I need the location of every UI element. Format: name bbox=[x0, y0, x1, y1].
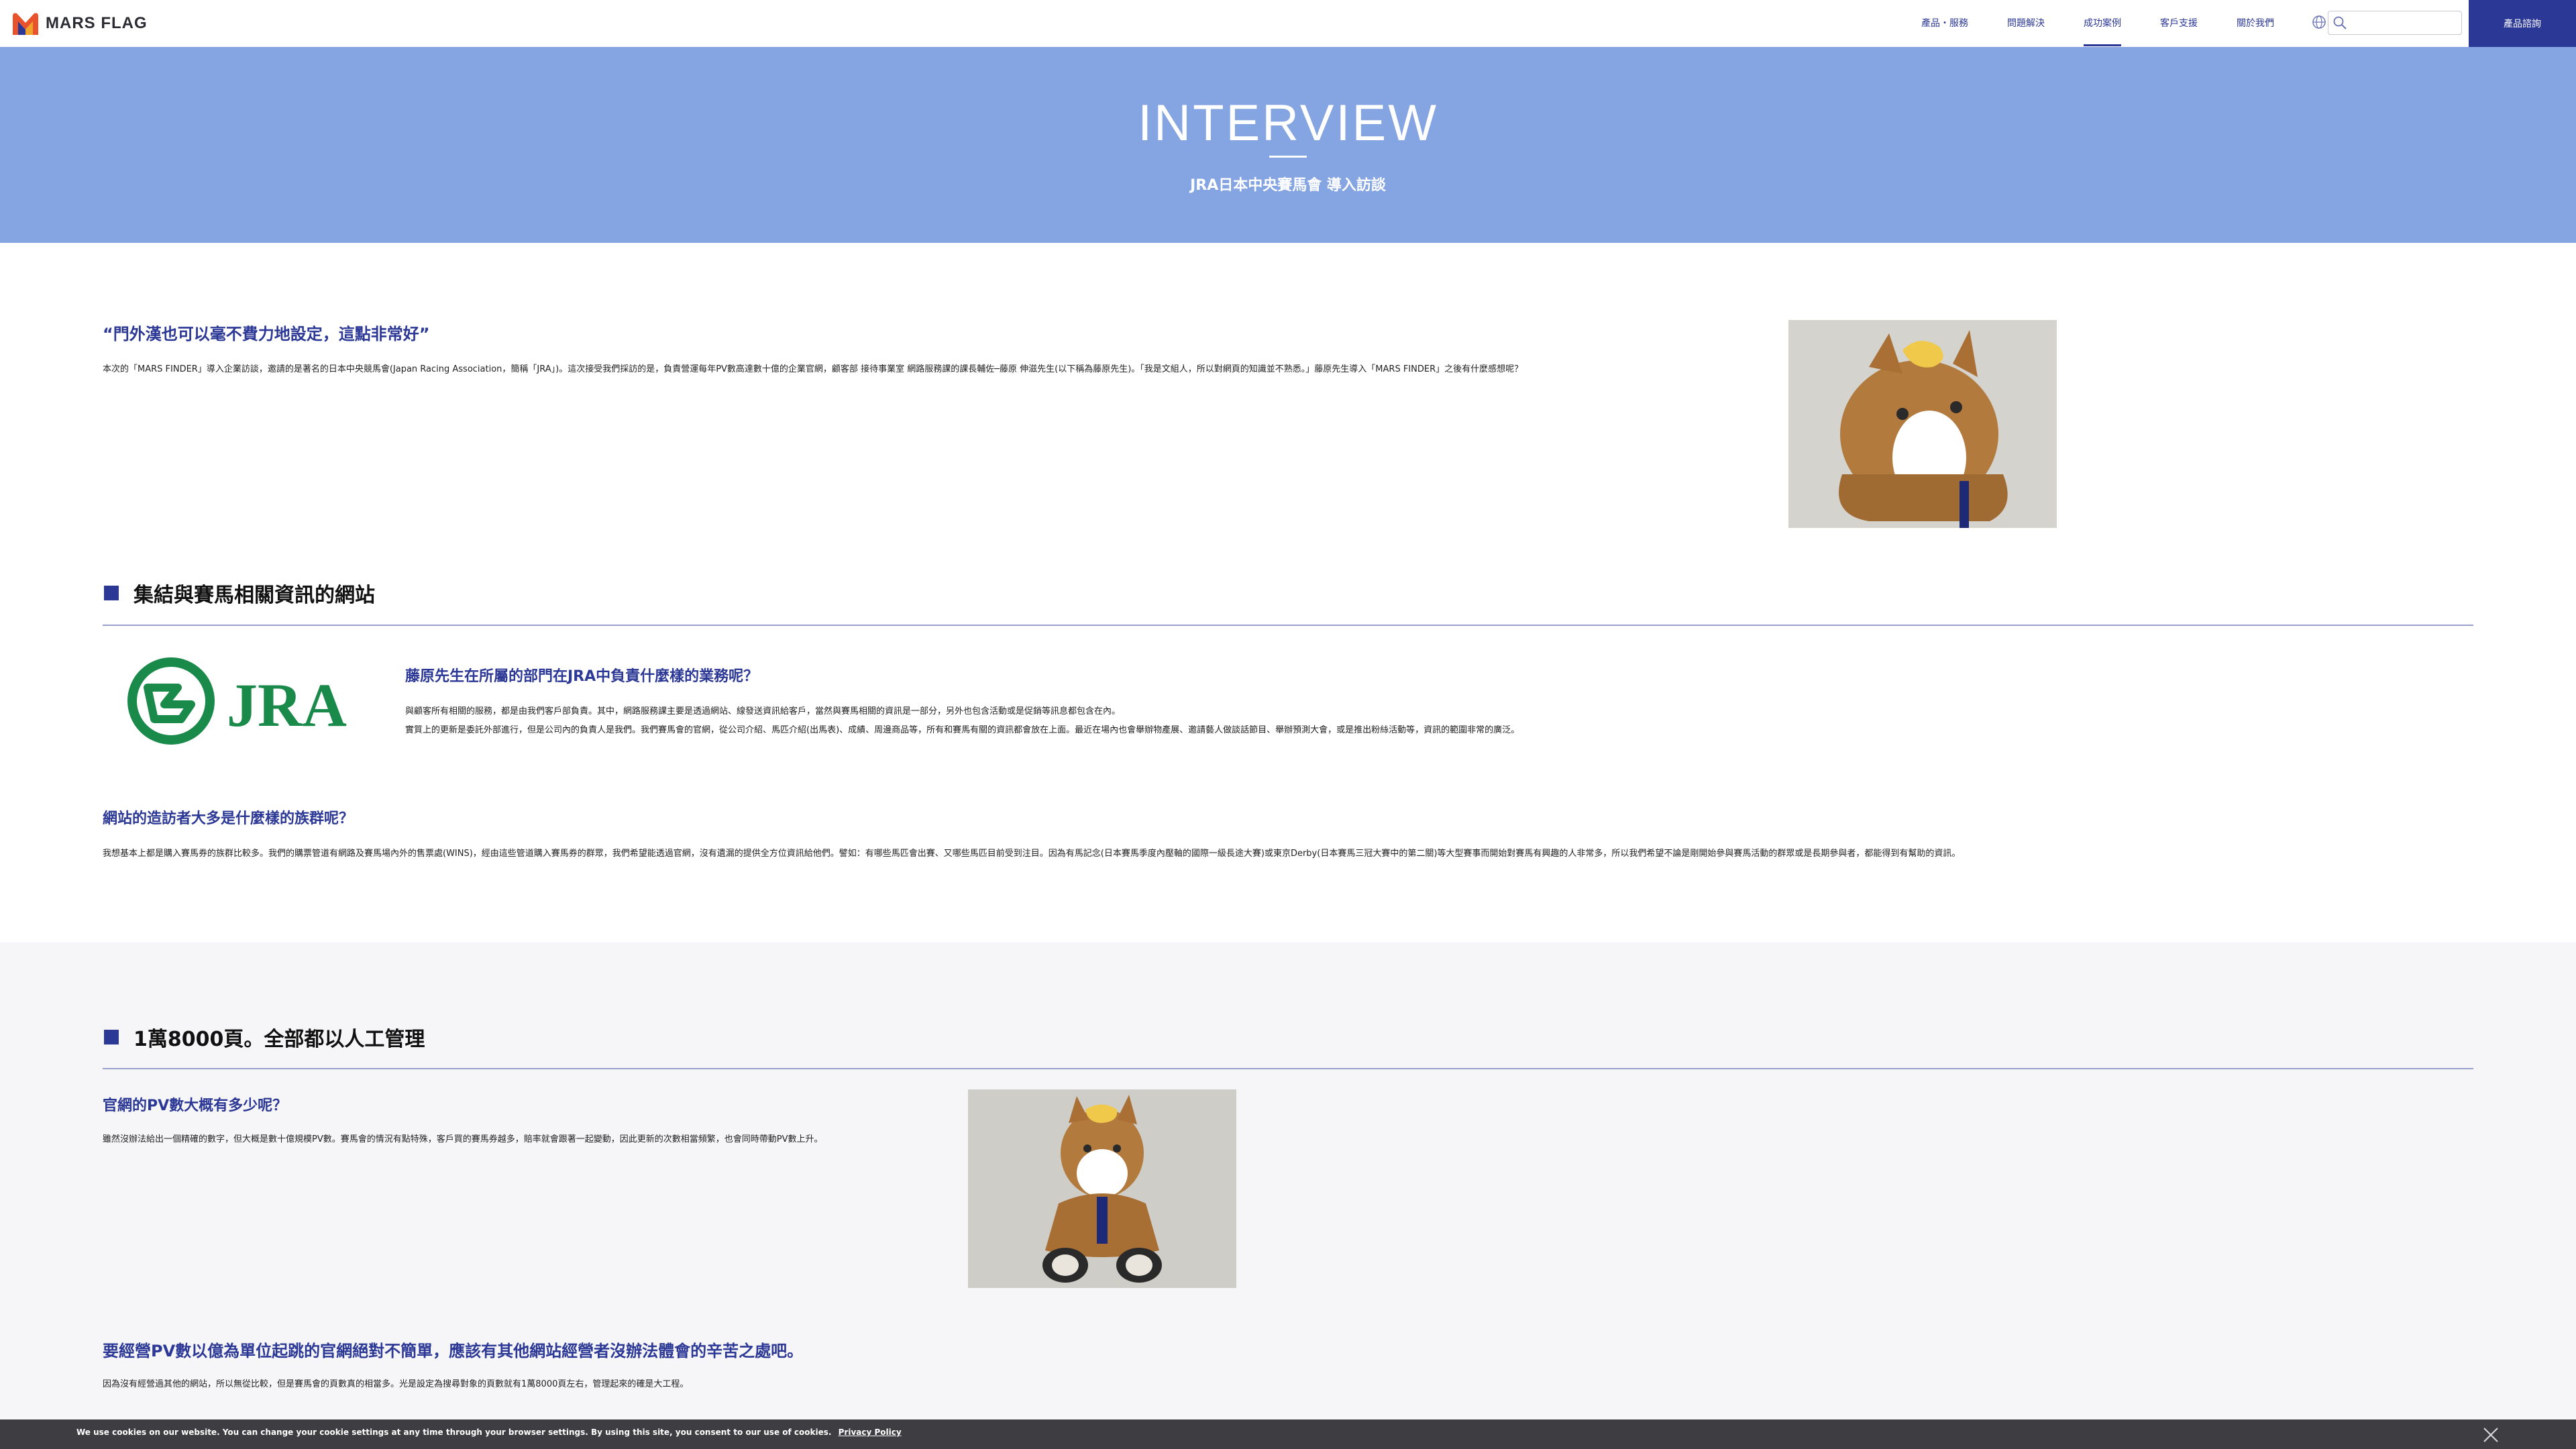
jra-logo-text: JRA bbox=[227, 671, 347, 739]
horse-mascot-image-icon bbox=[1788, 320, 2057, 528]
page-subtitle: JRA日本中央賽馬會 導入訪談 bbox=[1190, 177, 1386, 194]
section-title-page-count: 1萬8000頁。全部都以人工管理 bbox=[104, 1022, 425, 1052]
answer-2: 我想基本上都是購入賽馬券的族群比較多。我們的購票管道有網路及賽馬場內外的售票處(… bbox=[103, 849, 1961, 859]
answer-1-line-2: 實質上的更新是委託外部進行，但是公司內的負責人是我們。我們賽馬會的官網，從公司介… bbox=[405, 725, 1520, 735]
search-box bbox=[2328, 11, 2462, 35]
intro-text: 本次的「MARS FINDER」導入企業訪談，邀請的是著名的日本中央競馬會(Ja… bbox=[103, 364, 1523, 374]
search-input[interactable] bbox=[2351, 14, 2459, 33]
site-header: MARS FLAG 產品・服務 問題解決 成功案例 客戶支援 關於我們 產品諮詢 bbox=[0, 0, 2576, 48]
question-4: 要經營PV數以億為單位起跳的官網絕對不簡單，應該有其他網站經營者沒辦法體會的辛苦… bbox=[103, 1342, 804, 1360]
globe-icon[interactable] bbox=[2312, 15, 2326, 30]
close-icon[interactable] bbox=[2482, 1426, 2500, 1444]
section-gray-background bbox=[0, 943, 2576, 1449]
question-1: 藤原先生在所屬的部門在JRA中負責什麼樣的業務呢？ bbox=[405, 668, 759, 685]
section-title-text: 集結與賽馬相關資訊的網站 bbox=[133, 584, 375, 607]
hero-divider bbox=[1269, 156, 1307, 158]
section-bullet-icon bbox=[104, 586, 119, 600]
mascot-photo bbox=[1788, 320, 2057, 528]
nav-active-indicator bbox=[2084, 44, 2121, 46]
nav-item-about[interactable]: 關於我們 bbox=[2237, 16, 2274, 30]
answer-3: 雖然沒辦法給出一個精確的數字，但大概是數十億規模PV數。賽馬會的情況有點特殊，客… bbox=[103, 1134, 823, 1144]
site-logo[interactable]: MARS FLAG bbox=[11, 9, 148, 38]
section-title-text: 1萬8000頁。全部都以人工管理 bbox=[133, 1028, 425, 1051]
search-icon[interactable] bbox=[2332, 15, 2347, 30]
horse-mascot-image-icon bbox=[968, 1089, 1236, 1288]
section-divider bbox=[103, 625, 2473, 626]
answer-1-line-1: 與顧客所有相關的服務，都是由我們客戶部負責。其中，網路服務課主要是透過網站、線發… bbox=[405, 706, 1121, 716]
mars-flag-logo-icon bbox=[13, 13, 38, 35]
mascot-photo-2 bbox=[968, 1089, 1236, 1288]
page-title: INTERVIEW bbox=[1138, 95, 1438, 152]
section-divider bbox=[103, 1068, 2473, 1069]
nav-item-products[interactable]: 產品・服務 bbox=[1921, 16, 1968, 30]
cookie-message: We use cookies on our website. You can c… bbox=[76, 1428, 832, 1437]
nav-item-solutions[interactable]: 問題解決 bbox=[2007, 16, 2045, 30]
hero-banner: INTERVIEW JRA日本中央賽馬會 導入訪談 bbox=[0, 47, 2576, 243]
jra-logo-icon: JRA bbox=[127, 657, 347, 745]
section-title-horse-racing-site: 集結與賽馬相關資訊的網站 bbox=[104, 578, 375, 608]
product-inquiry-button[interactable]: 產品諮詢 bbox=[2469, 0, 2576, 47]
question-2: 網站的造訪者大多是什麼樣的族群呢？ bbox=[103, 810, 354, 827]
nav-item-support[interactable]: 客戶支援 bbox=[2160, 16, 2198, 30]
cookie-text: We use cookies on our website. You can c… bbox=[76, 1428, 902, 1437]
nav-item-case-studies[interactable]: 成功案例 bbox=[2084, 16, 2121, 30]
question-3: 官網的PV數大概有多少呢？ bbox=[103, 1097, 288, 1114]
privacy-policy-link[interactable]: Privacy Policy bbox=[839, 1428, 902, 1437]
intro-heading: “門外漢也可以毫不費力地設定，這點非常好” bbox=[103, 325, 430, 343]
answer-4: 因為沒有經營過其他的網站，所以無從比較，但是賽馬會的頁數真的相當多。光是設定為搜… bbox=[103, 1379, 689, 1389]
logo-text: MARS FLAG bbox=[46, 14, 148, 32]
cookie-banner: We use cookies on our website. You can c… bbox=[0, 1419, 2576, 1449]
section-bullet-icon bbox=[104, 1030, 119, 1044]
